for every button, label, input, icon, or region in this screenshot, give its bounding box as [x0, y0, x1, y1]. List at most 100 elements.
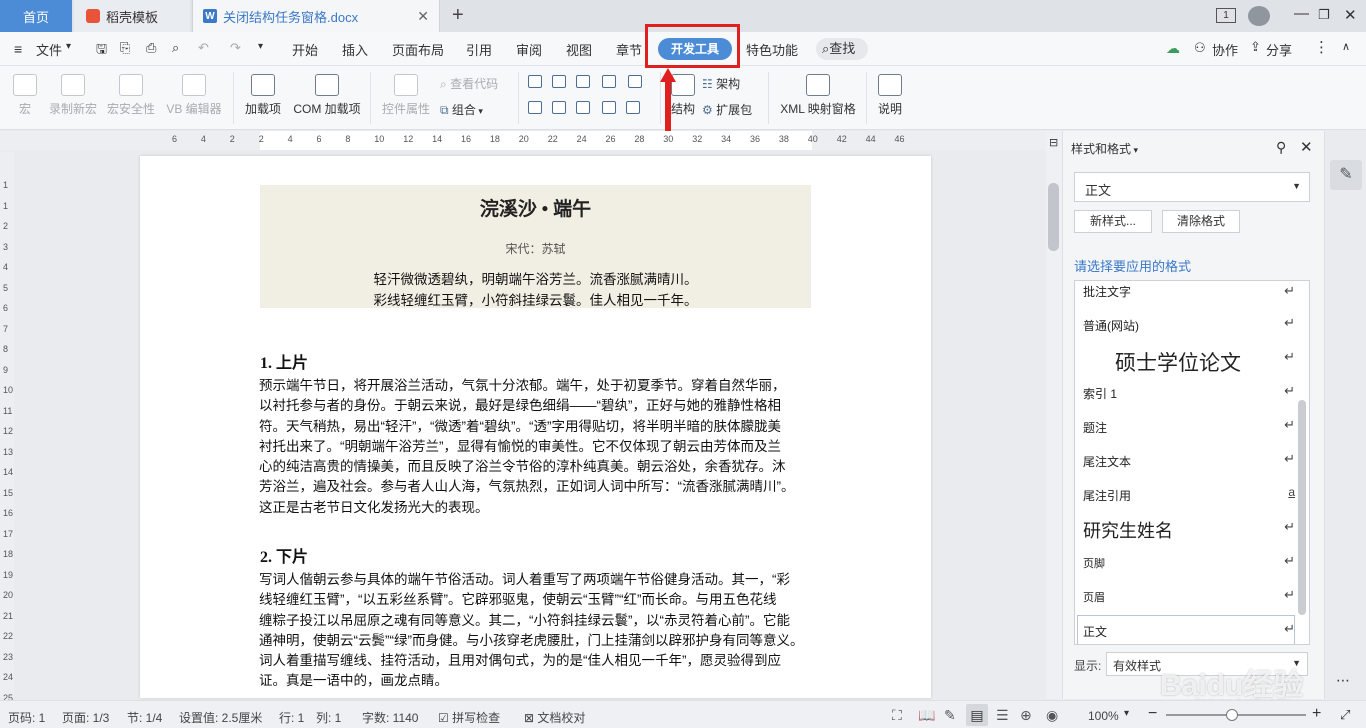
window-close-icon[interactable]: ✕	[1344, 6, 1357, 24]
chevron-down-icon[interactable]: ▾	[66, 41, 71, 52]
expansion-pack-button[interactable]: ⚙ 扩展包	[702, 101, 762, 118]
date-control-icon[interactable]	[552, 101, 566, 114]
addins-button[interactable]: 加载项	[240, 74, 286, 117]
zoom-in-icon[interactable]: +	[1312, 705, 1321, 723]
print-icon[interactable]: ⎙	[146, 40, 156, 56]
menu-hamburger-icon[interactable]: ≡	[14, 41, 22, 57]
share-icon[interactable]: ⇪	[1250, 39, 1261, 55]
collaborate-icon[interactable]: ⚇	[1194, 40, 1206, 56]
control-properties-button[interactable]: 控件属性	[378, 74, 434, 117]
tab-home[interactable]: 首页	[0, 0, 72, 32]
cloud-sync-icon[interactable]: ☁	[1166, 40, 1180, 57]
web-view-icon[interactable]: ⊕	[1020, 707, 1032, 724]
outline-view-icon[interactable]: ☰	[996, 707, 1009, 724]
more-controls-icon[interactable]	[626, 101, 640, 114]
page-view-icon[interactable]: ▤	[966, 704, 988, 726]
checkbox-control-icon[interactable]	[628, 75, 642, 88]
picture-control-icon[interactable]	[576, 75, 590, 88]
style-item[interactable]: 页脚	[1083, 555, 1105, 571]
status-column[interactable]: 列: 1	[316, 709, 341, 726]
reading-mode-icon[interactable]: 📖	[918, 707, 935, 724]
horizontal-ruler[interactable]: 6 4 2 2 4 6 8 10 12 14 16 18 20 22 24 26 28 30 32 34 36 38 40 4…	[0, 131, 1046, 150]
xml-mapping-button[interactable]: XML 映射窗格	[776, 74, 860, 117]
record-macro-button[interactable]: 录制新宏	[46, 74, 100, 117]
status-row[interactable]: 行: 1	[279, 709, 304, 726]
pin-icon[interactable]: ⚲	[1276, 139, 1286, 156]
scroll-thumb[interactable]	[1048, 183, 1059, 251]
edit-mode-icon[interactable]: ✎	[944, 707, 956, 724]
close-icon[interactable]: ✕	[417, 8, 429, 25]
menu-share[interactable]: 分享	[1266, 40, 1292, 59]
help-button[interactable]: 说明	[874, 74, 906, 117]
undo-icon[interactable]: ↶	[198, 40, 209, 56]
menu-chapter[interactable]: 章节	[616, 40, 642, 59]
save-icon[interactable]: 🖫	[96, 40, 107, 62]
com-addins-button[interactable]: COM 加载项	[290, 74, 364, 117]
new-style-button[interactable]: 新样式...	[1074, 210, 1152, 233]
menu-file[interactable]: 文件	[36, 40, 62, 59]
tab-document[interactable]: W 关闭结构任务窗格.docx ✕	[192, 0, 440, 32]
minimize-icon[interactable]: —	[1294, 5, 1309, 22]
current-style-select[interactable]: 正文 ▼	[1074, 172, 1310, 202]
status-page[interactable]: 页面: 1/3	[62, 709, 109, 726]
status-word-count[interactable]: 字数: 1140	[362, 709, 418, 726]
status-setting[interactable]: 设置值: 2.5厘米	[179, 709, 262, 726]
style-item[interactable]: 索引 1	[1083, 385, 1117, 402]
menu-layout[interactable]: 页面布局	[392, 40, 444, 59]
page-nav-icon[interactable]: ⊟	[1049, 136, 1058, 149]
style-list[interactable]: 批注文字 ↵ 普通(网站) ↵ 硕士学位论文 ↵ 索引 1 ↵ 题注 ↵ 尾注文…	[1074, 280, 1310, 645]
fullscreen-icon[interactable]: ⤢	[1340, 707, 1350, 723]
style-list-scrollbar[interactable]	[1298, 400, 1306, 615]
edit-pen-icon[interactable]: ✎	[1330, 160, 1362, 190]
style-item[interactable]: 硕士学位论文	[1115, 347, 1241, 377]
group-button[interactable]: ⧉ 组合 ▾	[440, 101, 500, 118]
style-item[interactable]: 正文	[1083, 623, 1107, 640]
macro-security-button[interactable]: 宏安全性	[104, 74, 158, 117]
new-tab-button[interactable]: +	[452, 4, 464, 27]
zoom-level[interactable]: 100%	[1088, 709, 1119, 723]
dropdown-control-icon[interactable]	[528, 101, 542, 114]
clear-format-button[interactable]: 清除格式	[1162, 210, 1240, 233]
avatar[interactable]	[1248, 6, 1270, 26]
style-item[interactable]: 研究生姓名	[1083, 517, 1173, 543]
menu-view[interactable]: 视图	[566, 40, 592, 59]
style-item[interactable]: 批注文字	[1083, 283, 1131, 300]
view-code-button[interactable]: ⌕ 查看代码	[440, 75, 514, 92]
zoom-slider-handle[interactable]	[1226, 709, 1238, 721]
style-item[interactable]: 普通(网站)	[1083, 317, 1139, 334]
collapse-ribbon-icon[interactable]: ∧	[1342, 40, 1350, 53]
style-item[interactable]: 题注	[1083, 419, 1107, 436]
status-section[interactable]: 节: 1/4	[127, 709, 162, 726]
more-icon[interactable]: ⋮	[1314, 38, 1329, 56]
quick-access-dropdown-icon[interactable]: ▾	[258, 41, 263, 52]
style-item[interactable]: 页眉	[1083, 589, 1105, 605]
menu-reference[interactable]: 引用	[466, 40, 492, 59]
redo-icon[interactable]: ↷	[230, 40, 241, 56]
text-control-icon[interactable]	[528, 75, 542, 88]
macro-button[interactable]: 宏	[10, 74, 40, 117]
search-box[interactable]: ⌕查找	[816, 38, 868, 60]
export-icon[interactable]: ⎘	[120, 40, 130, 56]
doc-check-button[interactable]: ⊠ 文档校对	[524, 709, 585, 726]
tab-templates[interactable]: 稻壳模板	[74, 0, 190, 32]
page-count-badge[interactable]: 1	[1216, 8, 1236, 23]
building-block-icon[interactable]	[576, 101, 590, 114]
chevron-down-icon[interactable]: ▾	[1124, 708, 1129, 719]
legacy-tools-icon[interactable]	[602, 101, 616, 114]
menu-review[interactable]: 审阅	[516, 40, 542, 59]
more-icon[interactable]: ⋯	[1336, 672, 1350, 689]
menu-start[interactable]: 开始	[292, 40, 318, 59]
menu-insert[interactable]: 插入	[342, 40, 368, 59]
focus-mode-icon[interactable]: ⛶	[892, 707, 902, 724]
architecture-button[interactable]: ☷ 架构	[702, 75, 752, 92]
restore-icon[interactable]: ❐	[1318, 7, 1330, 23]
close-icon[interactable]: ✕	[1300, 138, 1313, 156]
style-item[interactable]: 尾注文本	[1083, 453, 1131, 470]
preview-icon[interactable]: ⌕	[172, 40, 179, 56]
rich-text-control-icon[interactable]	[552, 75, 566, 88]
vb-editor-button[interactable]: VB 编辑器	[162, 74, 226, 117]
eye-protection-icon[interactable]: ◉	[1046, 707, 1058, 724]
vertical-ruler[interactable]: 1 1 2 3 4 5 6 7 8 9 10 11 12 13 14 15 16 17 18 19 20 21 22 23 24…	[0, 152, 14, 723]
zoom-out-icon[interactable]: −	[1148, 705, 1157, 723]
menu-collaborate[interactable]: 协作	[1212, 40, 1238, 59]
